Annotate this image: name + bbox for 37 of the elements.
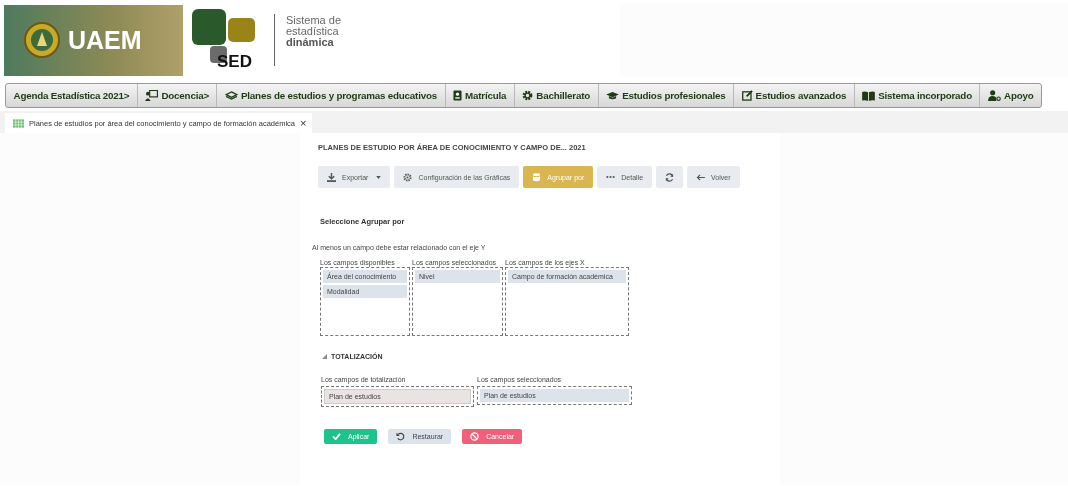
system-name-line: Sistema de: [286, 14, 342, 26]
database-icon: [532, 172, 542, 182]
check-icon: [332, 433, 341, 440]
menu-item[interactable]: Apoyo: [980, 84, 1042, 107]
teacher-board-icon: [145, 90, 159, 101]
menu-item[interactable]: Matrícula: [445, 84, 515, 107]
close-tab-button[interactable]: ×: [300, 117, 307, 129]
menu-item[interactable]: Sistema incorporado: [854, 84, 981, 107]
user-gear-icon: [988, 90, 1001, 101]
menu-item[interactable]: Agenda Estadística 2021>: [6, 84, 138, 107]
layers-icon: [225, 91, 238, 100]
sed-text: SED: [217, 53, 252, 70]
crest-icon: [22, 20, 62, 60]
gear-icon: [403, 172, 413, 182]
menu-item[interactable]: Docencia>: [137, 84, 218, 107]
download-icon: [327, 172, 336, 182]
system-name-line: dinámica: [286, 36, 335, 48]
system-name-line: estadística: [286, 25, 340, 37]
id-card-icon: [453, 90, 463, 101]
graduation-cap-icon: [606, 91, 620, 100]
undo-icon: [396, 432, 406, 441]
refresh-icon: [665, 172, 675, 182]
menu-item[interactable]: Estudios avanzados: [734, 84, 855, 107]
logo-text: UAEM: [68, 25, 142, 55]
caret-icon: [376, 175, 382, 179]
ban-icon: [470, 432, 480, 441]
gear-icon: [522, 90, 534, 101]
arrow-left-icon: [696, 173, 706, 181]
table-icon: [13, 118, 24, 128]
menu-item[interactable]: Estudios profesionales: [598, 84, 735, 107]
refresh-button[interactable]: [656, 166, 684, 188]
ellipsis-icon: [606, 175, 616, 179]
edit-icon: [741, 90, 753, 101]
menu-item[interactable]: Planes de estudios y programas educativos: [217, 84, 446, 107]
menu-item[interactable]: Bachillerato: [514, 84, 599, 107]
expand-triangle-icon: [322, 354, 327, 359]
book-icon: [862, 90, 876, 101]
